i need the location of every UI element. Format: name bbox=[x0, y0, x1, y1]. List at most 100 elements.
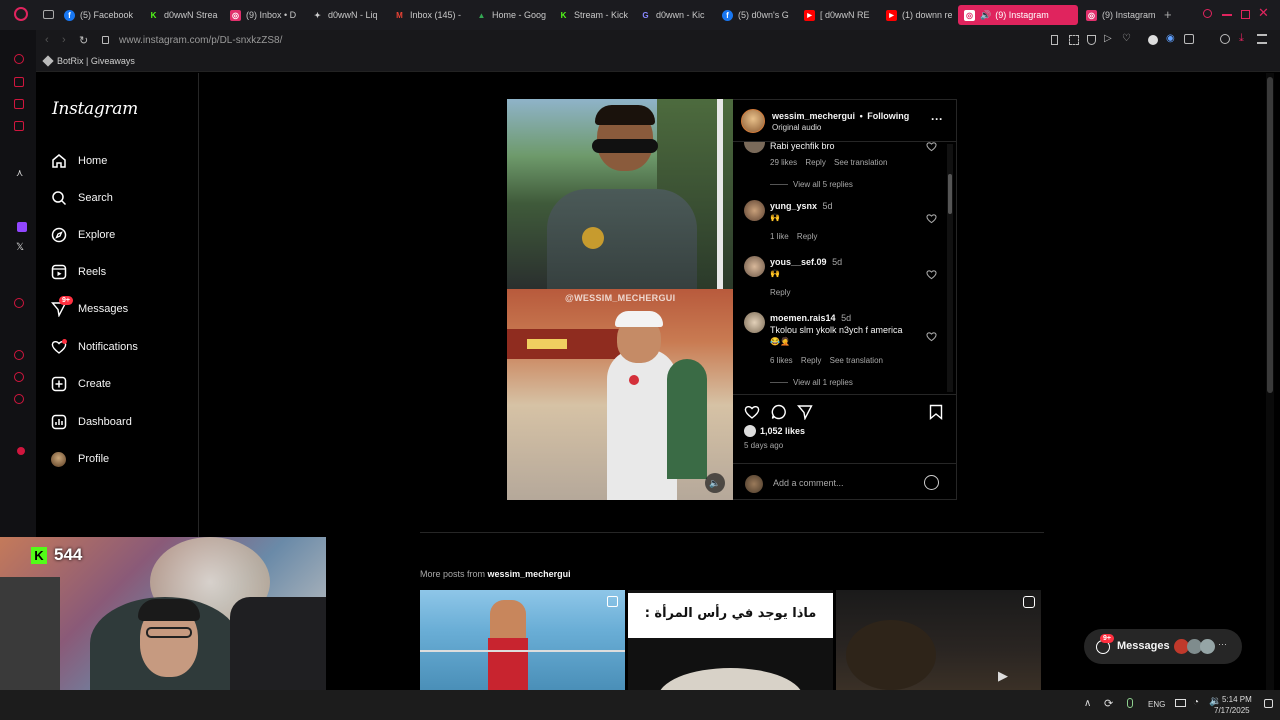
aria-icon[interactable] bbox=[14, 54, 24, 64]
tab-youtube-2[interactable]: ▶ (1) downn re bbox=[886, 5, 952, 25]
minimize-icon[interactable] bbox=[1222, 14, 1232, 16]
back-icon[interactable]: ‹ bbox=[45, 34, 49, 46]
settings-gear-icon[interactable] bbox=[14, 394, 24, 404]
new-tab-icon[interactable]: + bbox=[1164, 7, 1172, 22]
shopping-icon[interactable] bbox=[14, 77, 24, 87]
tab-instagram[interactable]: ◎ (9) Instagram bbox=[1086, 5, 1164, 25]
tab-instagram-active[interactable]: ◎ 🔊 (9) Instagram bbox=[958, 5, 1078, 25]
tab-kick-stream-2[interactable]: K Stream - Kick bbox=[558, 5, 636, 25]
profile-circle-icon[interactable] bbox=[1148, 35, 1158, 45]
comments-scrollbar[interactable] bbox=[947, 144, 953, 392]
page-scrollbar[interactable] bbox=[1266, 73, 1274, 690]
play-icon[interactable]: ▷ bbox=[1104, 33, 1112, 44]
tab-google-drive[interactable]: ▲ Home - Goog bbox=[476, 5, 554, 25]
nav-create[interactable]: Create bbox=[50, 372, 111, 396]
comment-input[interactable]: Add a comment... bbox=[773, 478, 844, 488]
x-icon[interactable]: 𝕏 bbox=[16, 242, 24, 253]
tab-overview-icon[interactable] bbox=[43, 10, 54, 19]
tab-facebook-gaming[interactable]: f (5) d0wn's G bbox=[722, 5, 800, 25]
tab-facebook[interactable]: f (5) Facebook bbox=[64, 5, 144, 25]
comment-likes[interactable]: 6 likes bbox=[770, 356, 793, 365]
comment-likes[interactable]: 29 likes bbox=[770, 158, 797, 167]
bookmark-page-icon[interactable] bbox=[1051, 35, 1058, 45]
tab-gmail[interactable]: M Inbox (145) - bbox=[394, 5, 472, 25]
player-icon[interactable] bbox=[14, 298, 24, 308]
personal-news-icon[interactable] bbox=[14, 372, 24, 382]
reload-icon[interactable]: ↻ bbox=[79, 34, 88, 47]
nav-notifications[interactable]: Notifications bbox=[50, 335, 138, 359]
search-tabs-icon[interactable] bbox=[1203, 9, 1212, 18]
view-replies[interactable]: View all 1 replies bbox=[770, 378, 853, 387]
comment-like-icon[interactable] bbox=[926, 269, 937, 280]
pinned-app-icon[interactable]: ⋏ bbox=[16, 168, 23, 179]
forward-icon[interactable]: › bbox=[62, 34, 66, 46]
more-post-thumb[interactable]: ماذا يوجد في رأس المرأة : bbox=[628, 590, 833, 690]
tray-overflow-icon[interactable]: ∧ bbox=[1084, 698, 1091, 709]
display-icon[interactable] bbox=[1175, 699, 1186, 707]
nav-profile[interactable]: Profile bbox=[50, 447, 109, 471]
post-media[interactable]: @WESSIM_MECHERGUI 🔈 bbox=[507, 99, 733, 500]
author-avatar[interactable] bbox=[741, 109, 765, 133]
messages-drawer-button[interactable]: 9+ Messages ··· bbox=[1084, 629, 1242, 664]
nav-home[interactable]: Home bbox=[50, 149, 107, 173]
tab-youtube-1[interactable]: ▶ [ d0wwN RE bbox=[804, 5, 882, 25]
reply-button[interactable]: Reply bbox=[797, 232, 817, 241]
tab-kick-stream[interactable]: Kd0wwN Strea bbox=[148, 5, 226, 25]
snapshot-icon[interactable] bbox=[1069, 35, 1079, 45]
reply-button[interactable]: Reply bbox=[801, 356, 821, 365]
heart-icon[interactable]: ♡ bbox=[1122, 33, 1131, 44]
comment-like-icon[interactable] bbox=[926, 213, 937, 224]
url-field[interactable]: www.instagram.com/p/DL-snxkzZS8/ bbox=[119, 35, 282, 46]
mute-toggle-icon[interactable]: 🔈 bbox=[705, 473, 725, 493]
notification-center-icon[interactable] bbox=[1264, 699, 1273, 708]
maximize-icon[interactable] bbox=[1241, 10, 1250, 19]
twitch-icon[interactable] bbox=[17, 222, 27, 232]
more-post-thumb[interactable] bbox=[420, 590, 625, 690]
nav-dashboard[interactable]: Dashboard bbox=[50, 410, 132, 434]
instagram-logo[interactable]: Instagram bbox=[52, 99, 138, 119]
clock-date[interactable]: 7/17/2025 bbox=[1214, 706, 1250, 715]
nav-explore[interactable]: Explore bbox=[50, 223, 115, 247]
comment-avatar[interactable] bbox=[744, 142, 765, 153]
view-replies[interactable]: View all 5 replies bbox=[770, 180, 853, 189]
shield-icon[interactable] bbox=[1087, 35, 1096, 45]
comment-like-icon[interactable] bbox=[926, 142, 937, 152]
microphone-icon[interactable] bbox=[1127, 698, 1133, 708]
menu-icon[interactable] bbox=[1257, 34, 1267, 44]
comment-avatar[interactable] bbox=[744, 312, 765, 333]
network-icon[interactable]: ◔ bbox=[1193, 697, 1199, 708]
more-posts-user[interactable]: wessim_mechergui bbox=[488, 569, 571, 579]
wallet-icon[interactable] bbox=[14, 99, 24, 109]
news-icon[interactable] bbox=[14, 121, 24, 131]
comment-username[interactable]: moemen.rais14 bbox=[770, 313, 836, 323]
download-icon[interactable]: ⤓ bbox=[1239, 32, 1244, 45]
emoji-icon[interactable] bbox=[924, 475, 939, 490]
save-bookmark-icon[interactable] bbox=[929, 404, 943, 420]
comment-likes[interactable]: 1 like bbox=[770, 232, 789, 241]
extension-icon[interactable]: ◉ bbox=[1166, 33, 1175, 44]
comment-username[interactable]: yous__sef.09 bbox=[770, 257, 827, 267]
nav-reels[interactable]: Reels bbox=[50, 260, 106, 284]
sync-icon[interactable]: ⟳ bbox=[1104, 697, 1113, 710]
history-icon[interactable] bbox=[14, 350, 24, 360]
comment-avatar[interactable] bbox=[744, 200, 765, 221]
more-post-thumb[interactable]: ▶ bbox=[836, 590, 1041, 690]
more-options-icon[interactable]: ··· bbox=[931, 112, 943, 126]
share-send-icon[interactable] bbox=[797, 404, 813, 420]
bookmark-botrix[interactable]: BotRix | Giveaways bbox=[42, 55, 135, 67]
nav-search[interactable]: Search bbox=[50, 186, 113, 210]
audio-label[interactable]: Original audio bbox=[772, 123, 821, 132]
comment-bubble-icon[interactable] bbox=[771, 404, 787, 420]
reply-button[interactable]: Reply bbox=[770, 288, 790, 297]
tab-instagram-inbox[interactable]: ◎ (9) Inbox • D bbox=[230, 5, 308, 25]
nav-messages[interactable]: 9+ Messages bbox=[50, 295, 128, 321]
close-window-icon[interactable]: ✕ bbox=[1258, 5, 1269, 21]
reply-button[interactable]: Reply bbox=[805, 158, 825, 167]
see-translation-link[interactable]: See translation bbox=[830, 356, 883, 365]
see-translation-link[interactable]: See translation bbox=[834, 158, 887, 167]
like-heart-icon[interactable] bbox=[744, 404, 760, 420]
comment-avatar[interactable] bbox=[744, 256, 765, 277]
author-username[interactable]: wessim_mechergui bbox=[772, 111, 855, 121]
comment-like-icon[interactable] bbox=[926, 331, 937, 342]
language-indicator[interactable]: ENG bbox=[1148, 700, 1165, 709]
